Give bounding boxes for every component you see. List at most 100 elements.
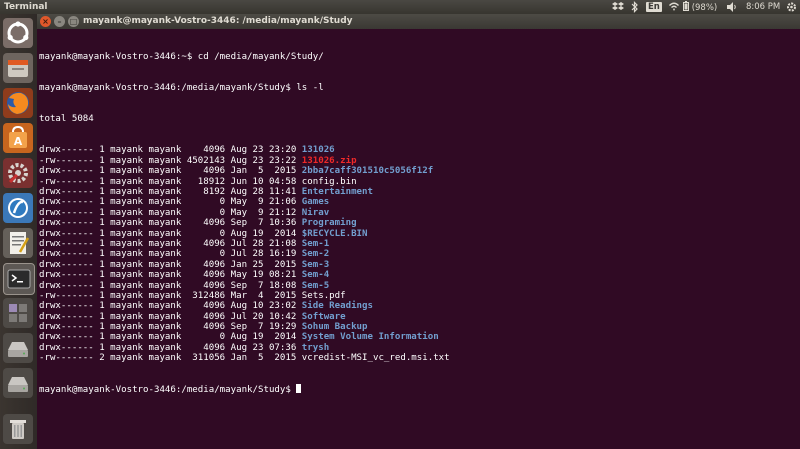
launcher-software-center-button[interactable]: A bbox=[3, 123, 33, 153]
listing-row: drwx------ 1 mayank mayank 4096 Sep 7 19… bbox=[39, 322, 450, 332]
entry-meta: drwx------ 1 mayank mayank 0 May 9 21:12 bbox=[39, 207, 302, 218]
listing-row: -rw------- 1 mayank mayank 18912 Jun 10 … bbox=[39, 177, 450, 187]
entry-meta: drwx------ 1 mayank mayank 4096 Aug 10 2… bbox=[39, 301, 302, 312]
entry-meta: drwx------ 1 mayank mayank 8192 Aug 28 1… bbox=[39, 186, 302, 197]
battery-icon bbox=[683, 1, 689, 11]
entry-meta: drwx------ 1 mayank mayank 4096 Jul 28 2… bbox=[39, 238, 302, 249]
entry-name: Nirav bbox=[301, 207, 330, 218]
entry-name: Sem-1 bbox=[301, 238, 330, 249]
text-editor-icon bbox=[10, 232, 30, 254]
software-updater-icon bbox=[8, 198, 28, 218]
entry-name: Sem-4 bbox=[301, 270, 330, 281]
listing-row: -rw------- 1 mayank mayank 4502143 Aug 2… bbox=[39, 156, 450, 166]
listing-row: drwx------ 1 mayank mayank 4096 Sep 7 18… bbox=[39, 281, 450, 291]
launcher-files-button[interactable] bbox=[3, 53, 33, 83]
entry-name: Programing bbox=[301, 218, 357, 229]
listing-row: drwx------ 1 mayank mayank 4096 Jan 25 2… bbox=[39, 260, 450, 270]
entry-meta: drwx------ 1 mayank mayank 4096 Jan 25 2… bbox=[39, 259, 302, 270]
entry-name: Sohum Backup bbox=[301, 322, 368, 333]
launcher-dash-button[interactable] bbox=[3, 18, 33, 48]
entry-meta: drwx------ 1 mayank mayank 0 Aug 19 2014 bbox=[39, 332, 302, 343]
entry-name: Entertainment bbox=[301, 186, 373, 197]
entry-meta: -rw------- 1 mayank mayank 4502143 Aug 2… bbox=[39, 155, 302, 166]
entry-meta: drwx------ 1 mayank mayank 4096 Sep 7 18… bbox=[39, 280, 302, 291]
launcher-firefox-button[interactable] bbox=[3, 88, 33, 118]
volume-icon[interactable] bbox=[726, 1, 738, 13]
launcher-terminal-button[interactable] bbox=[3, 263, 35, 295]
launcher-drive-button[interactable] bbox=[3, 368, 33, 398]
drive-icon bbox=[8, 342, 28, 357]
launcher-workspaces-button[interactable] bbox=[3, 298, 33, 328]
maximize-window-button[interactable]: □ bbox=[68, 16, 79, 27]
entry-name: 2bba7caff301510c5056f12f bbox=[301, 166, 434, 177]
trash-icon bbox=[10, 420, 26, 439]
firefox-icon bbox=[7, 92, 29, 114]
listing-row: drwx------ 1 mayank mayank 4096 Aug 10 2… bbox=[39, 301, 450, 311]
keyboard-layout-label: En bbox=[646, 2, 662, 12]
launcher-text-editor-button[interactable] bbox=[3, 228, 33, 258]
dropbox-icon[interactable] bbox=[612, 1, 624, 13]
listing-row: -rw------- 1 mayank mayank 312486 Mar 4 … bbox=[39, 291, 450, 301]
entry-name: 131026 bbox=[301, 145, 335, 156]
listing-row: drwx------ 1 mayank mayank 0 Aug 19 2014… bbox=[39, 332, 450, 342]
svg-text:A: A bbox=[14, 135, 23, 148]
entry-name: Sem-2 bbox=[301, 249, 330, 260]
launcher-drive-button[interactable] bbox=[3, 333, 33, 363]
listing-row: drwx------ 1 mayank mayank 4096 Sep 7 10… bbox=[39, 218, 450, 228]
entry-meta: drwx------ 1 mayank mayank 4096 May 19 0… bbox=[39, 270, 302, 281]
window-titlebar[interactable]: × – □ mayank@mayank-Vostro-3446: /media/… bbox=[37, 14, 800, 29]
entry-meta: drwx------ 1 mayank mayank 4096 Sep 7 10… bbox=[39, 218, 302, 229]
launcher-updater-button[interactable] bbox=[3, 193, 33, 223]
top-panel: Terminal En (98%) 8:06 PM bbox=[0, 0, 800, 14]
drive-icon bbox=[8, 377, 28, 392]
minimize-window-button[interactable]: – bbox=[54, 16, 65, 27]
entry-name: Side Readings bbox=[301, 301, 373, 312]
keyboard-layout-indicator[interactable]: En bbox=[646, 1, 662, 13]
listing-row: drwx------ 1 mayank mayank 0 May 9 21:12… bbox=[39, 208, 450, 218]
listing-row: drwx------ 1 mayank mayank 8192 Aug 28 1… bbox=[39, 187, 450, 197]
battery-percentage: (98%) bbox=[691, 3, 718, 13]
entry-meta: -rw------- 1 mayank mayank 312486 Mar 4 … bbox=[39, 290, 302, 301]
listing-row: drwx------ 1 mayank mayank 4096 Jan 5 20… bbox=[39, 166, 450, 176]
terminal-window[interactable]: mayank@mayank-Vostro-3446:~$ cd /media/m… bbox=[37, 29, 800, 449]
launcher-trash-button[interactable] bbox=[3, 414, 33, 444]
terminal-output: mayank@mayank-Vostro-3446:~$ cd /media/m… bbox=[39, 31, 450, 416]
terminal-prompt-line[interactable]: mayank@mayank-Vostro-3446:/media/mayank/… bbox=[39, 384, 450, 395]
network-wifi-icon[interactable] bbox=[668, 1, 680, 13]
entry-meta: drwx------ 1 mayank mayank 4096 Jan 5 20… bbox=[39, 166, 302, 177]
terminal-line: mayank@mayank-Vostro-3446:/media/mayank/… bbox=[39, 83, 324, 94]
listing-row: drwx------ 1 mayank mayank 4096 Jul 20 1… bbox=[39, 312, 450, 322]
entry-name: trysh bbox=[301, 342, 330, 353]
battery-indicator[interactable]: (98%) bbox=[683, 1, 717, 13]
entry-name: config.bin bbox=[301, 176, 357, 187]
entry-meta: drwx------ 1 mayank mayank 4096 Sep 7 19… bbox=[39, 322, 302, 333]
entry-meta: drwx------ 1 mayank mayank 0 Jul 28 16:1… bbox=[39, 249, 302, 260]
listing-row: drwx------ 1 mayank mayank 0 Aug 19 2014… bbox=[39, 229, 450, 239]
window-title: mayank@mayank-Vostro-3446: /media/mayank… bbox=[83, 16, 353, 26]
bluetooth-icon[interactable] bbox=[630, 1, 640, 13]
entry-name: System Volume Information bbox=[301, 332, 439, 343]
workspace-switcher-icon bbox=[9, 304, 27, 322]
entry-name: Sem-3 bbox=[301, 259, 330, 270]
session-gear-icon[interactable] bbox=[786, 1, 797, 13]
entry-meta: -rw------- 2 mayank mayank 311056 Jan 5 … bbox=[39, 353, 302, 364]
listing-row: drwx------ 1 mayank mayank 4096 Jul 28 2… bbox=[39, 239, 450, 249]
entry-meta: -rw------- 1 mayank mayank 18912 Jun 10 … bbox=[39, 176, 302, 187]
terminal-line: mayank@mayank-Vostro-3446:~$ cd /media/m… bbox=[39, 51, 324, 62]
entry-name: vcredist-MSI_vc_red.msi.txt bbox=[301, 353, 450, 364]
terminal-cursor bbox=[296, 384, 302, 394]
listing-entries: drwx------ 1 mayank mayank 4096 Aug 23 2… bbox=[39, 145, 450, 363]
entry-meta: drwx------ 1 mayank mayank 0 May 9 21:06 bbox=[39, 197, 302, 208]
entry-name: Software bbox=[301, 311, 346, 322]
entry-name: 131026.zip bbox=[301, 155, 357, 166]
clock[interactable]: 8:06 PM bbox=[746, 1, 780, 13]
close-window-button[interactable]: × bbox=[40, 16, 51, 27]
entry-meta: drwx------ 1 mayank mayank 4096 Jul 20 1… bbox=[39, 311, 302, 322]
listing-row: drwx------ 1 mayank mayank 0 Jul 28 16:1… bbox=[39, 249, 450, 259]
terminal-icon bbox=[7, 269, 31, 289]
launcher-settings-button[interactable] bbox=[3, 158, 33, 188]
launcher: A bbox=[0, 14, 38, 449]
listing-row: drwx------ 1 mayank mayank 4096 Aug 23 0… bbox=[39, 343, 450, 353]
entry-meta: drwx------ 1 mayank mayank 4096 Aug 23 0… bbox=[39, 342, 302, 353]
system-settings-icon bbox=[8, 163, 28, 184]
